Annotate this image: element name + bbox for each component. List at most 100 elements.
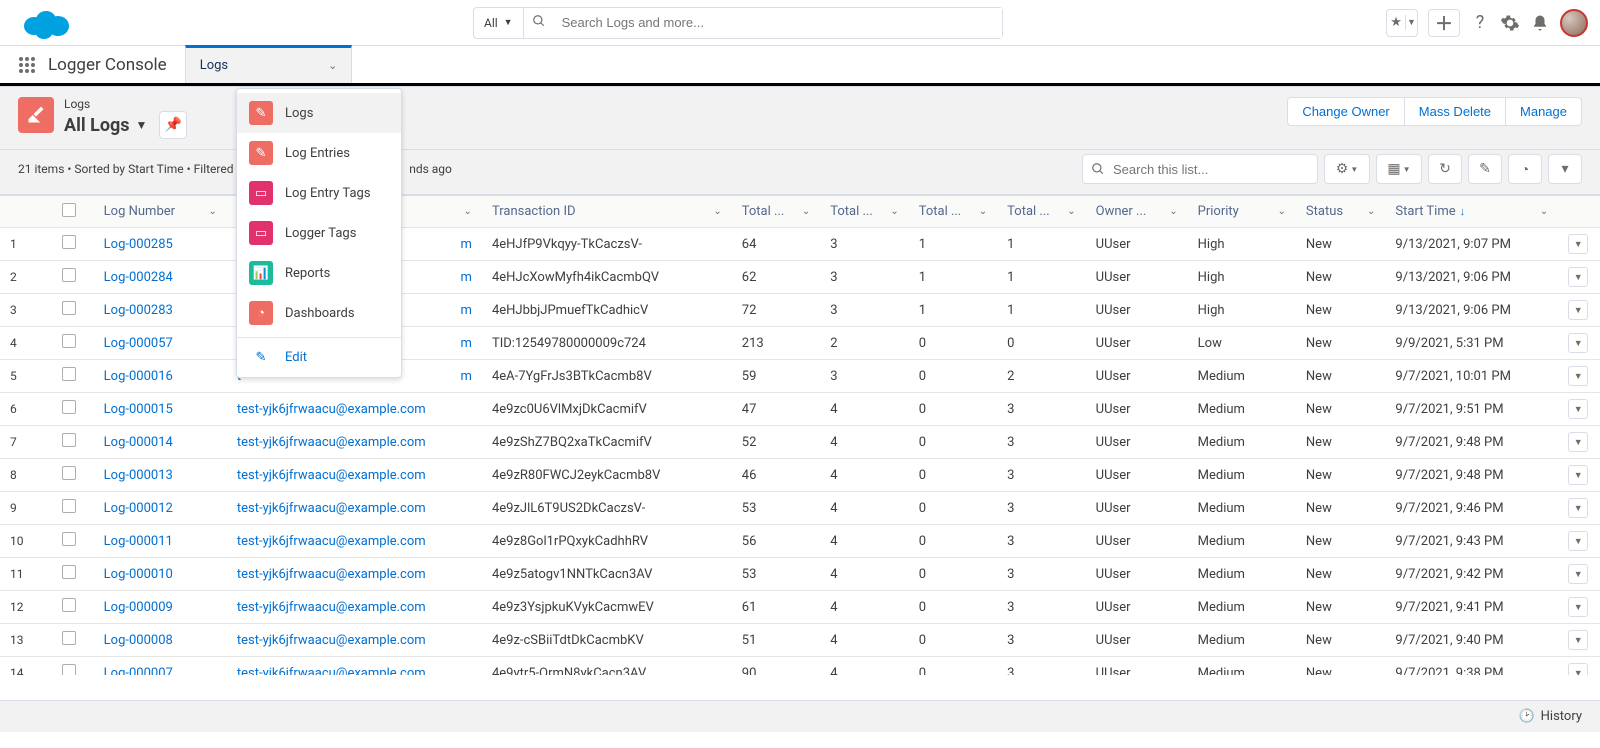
refresh-button[interactable]: ↻ — [1428, 154, 1462, 184]
notifications-bell-icon[interactable] — [1530, 13, 1550, 33]
nav-dropdown-item[interactable]: ◔Dashboards — [237, 293, 401, 333]
row-actions-button[interactable]: ▼ — [1568, 630, 1588, 650]
row-checkbox[interactable] — [62, 235, 76, 249]
column-header[interactable]: Total ...⌄ — [997, 196, 1085, 228]
log-number-link[interactable]: Log-000014 — [104, 435, 173, 450]
chevron-down-icon[interactable]: ⌄ — [1067, 206, 1075, 217]
row-checkbox[interactable] — [62, 334, 76, 348]
log-number-link[interactable]: Log-000010 — [104, 567, 173, 582]
row-checkbox[interactable] — [62, 466, 76, 480]
user-link[interactable]: m — [461, 237, 472, 252]
nav-dropdown-item[interactable]: ✎Log Entries — [237, 133, 401, 173]
column-header[interactable]: Total ...⌄ — [820, 196, 908, 228]
nav-dropdown-item[interactable]: ▭Logger Tags — [237, 213, 401, 253]
filter-button[interactable]: ▾ — [1548, 154, 1582, 184]
list-search[interactable] — [1082, 154, 1318, 184]
row-checkbox[interactable] — [62, 499, 76, 513]
app-launcher-icon[interactable] — [12, 46, 42, 83]
log-number-link[interactable]: Log-000057 — [104, 336, 173, 351]
log-number-link[interactable]: Log-000008 — [104, 633, 173, 648]
nav-dropdown-item[interactable]: ✎Logs — [237, 93, 401, 133]
user-avatar[interactable] — [1560, 9, 1588, 37]
change-owner-button[interactable]: Change Owner — [1287, 97, 1404, 126]
row-checkbox[interactable] — [62, 301, 76, 315]
mass-delete-button[interactable]: Mass Delete — [1405, 97, 1506, 126]
chart-button[interactable]: ◔ — [1508, 154, 1542, 184]
log-number-link[interactable]: Log-000016 — [104, 369, 173, 384]
user-link[interactable]: test-yjk6jfrwaacu@example.com — [237, 600, 426, 615]
global-search-input[interactable] — [554, 8, 1002, 38]
setup-gear-icon[interactable] — [1500, 13, 1520, 33]
chevron-down-icon[interactable]: ⌄ — [1169, 206, 1177, 217]
user-link[interactable]: m — [461, 303, 472, 318]
manage-button[interactable]: Manage — [1506, 97, 1582, 126]
nav-dropdown-item[interactable]: ▭Log Entry Tags — [237, 173, 401, 213]
list-view-controls-button[interactable]: ⚙▼ — [1324, 154, 1370, 184]
row-actions-button[interactable]: ▼ — [1568, 399, 1588, 419]
row-actions-button[interactable]: ▼ — [1568, 564, 1588, 584]
log-number-link[interactable]: Log-000011 — [104, 534, 173, 549]
row-checkbox[interactable] — [62, 400, 76, 414]
chevron-down-icon[interactable]: ⌄ — [802, 206, 810, 217]
user-link[interactable]: test-yjk6jfrwaacu@example.com — [237, 501, 426, 516]
history-button[interactable]: History — [1541, 709, 1582, 724]
chevron-down-icon[interactable]: ⌄ — [1540, 206, 1548, 217]
row-actions-button[interactable]: ▼ — [1568, 300, 1588, 320]
row-checkbox[interactable] — [62, 433, 76, 447]
row-actions-button[interactable]: ▼ — [1568, 366, 1588, 386]
chevron-down-icon[interactable]: ⌄ — [328, 59, 337, 72]
log-number-link[interactable]: Log-000012 — [104, 501, 173, 516]
inline-edit-button[interactable]: ✎ — [1468, 154, 1502, 184]
row-actions-button[interactable]: ▼ — [1568, 498, 1588, 518]
row-checkbox[interactable] — [62, 367, 76, 381]
row-actions-button[interactable]: ▼ — [1568, 234, 1588, 254]
column-header[interactable]: Transaction ID⌄ — [482, 196, 732, 228]
help-icon[interactable]: ? — [1470, 13, 1490, 33]
user-link[interactable]: test-yjk6jfrwaacu@example.com — [237, 468, 426, 483]
row-checkbox[interactable] — [62, 631, 76, 645]
chevron-down-icon[interactable]: ⌄ — [1367, 206, 1375, 217]
row-checkbox[interactable] — [62, 664, 76, 675]
row-actions-button[interactable]: ▼ — [1568, 597, 1588, 617]
row-actions-button[interactable]: ▼ — [1568, 432, 1588, 452]
chevron-down-icon[interactable]: ⌄ — [464, 206, 472, 217]
display-as-button[interactable]: ▦▼ — [1376, 154, 1422, 184]
column-header[interactable]: Total ...⌄ — [732, 196, 820, 228]
row-actions-button[interactable]: ▼ — [1568, 465, 1588, 485]
pin-list-button[interactable]: 📌 — [159, 111, 187, 139]
row-actions-button[interactable]: ▼ — [1568, 531, 1588, 551]
add-button[interactable]: ＋ — [1428, 9, 1460, 37]
log-number-link[interactable]: Log-000283 — [104, 303, 173, 318]
log-number-link[interactable]: Log-000007 — [104, 666, 173, 676]
row-checkbox[interactable] — [62, 598, 76, 612]
user-link[interactable]: m — [461, 369, 472, 384]
column-header[interactable]: Start Time↓⌄ — [1385, 196, 1558, 228]
global-search[interactable]: All ▼ — [473, 7, 1003, 39]
user-link[interactable]: m — [461, 270, 472, 285]
user-link[interactable]: test-yjk6jfrwaacu@example.com — [237, 402, 426, 417]
nav-tab-logs[interactable]: Logs ⌄ — [185, 45, 353, 83]
user-link[interactable]: test-yjk6jfrwaacu@example.com — [237, 666, 426, 676]
row-checkbox[interactable] — [62, 565, 76, 579]
user-link[interactable]: test-yjk6jfrwaacu@example.com — [237, 633, 426, 648]
user-link[interactable]: m — [461, 336, 472, 351]
column-header[interactable]: Total ...⌄ — [909, 196, 997, 228]
column-header[interactable]: Owner ...⌄ — [1086, 196, 1188, 228]
user-link[interactable]: test-yjk6jfrwaacu@example.com — [237, 567, 426, 582]
nav-dropdown-edit[interactable]: ✎ Edit — [237, 342, 401, 373]
column-header[interactable]: Priority⌄ — [1188, 196, 1296, 228]
row-checkbox[interactable] — [62, 532, 76, 546]
chevron-down-icon[interactable]: ⌄ — [979, 206, 987, 217]
chevron-down-icon[interactable]: ⌄ — [1278, 206, 1286, 217]
row-actions-button[interactable]: ▼ — [1568, 333, 1588, 353]
list-search-input[interactable] — [1111, 161, 1309, 178]
chevron-down-icon[interactable]: ⌄ — [890, 206, 898, 217]
row-actions-button[interactable]: ▼ — [1568, 663, 1588, 675]
log-number-link[interactable]: Log-000284 — [104, 270, 173, 285]
row-actions-button[interactable]: ▼ — [1568, 267, 1588, 287]
chevron-down-icon[interactable]: ⌄ — [209, 206, 217, 217]
user-link[interactable]: test-yjk6jfrwaacu@example.com — [237, 534, 426, 549]
log-number-link[interactable]: Log-000013 — [104, 468, 173, 483]
nav-dropdown-item[interactable]: 📊Reports — [237, 253, 401, 293]
search-scope-dropdown[interactable]: All ▼ — [474, 8, 524, 38]
